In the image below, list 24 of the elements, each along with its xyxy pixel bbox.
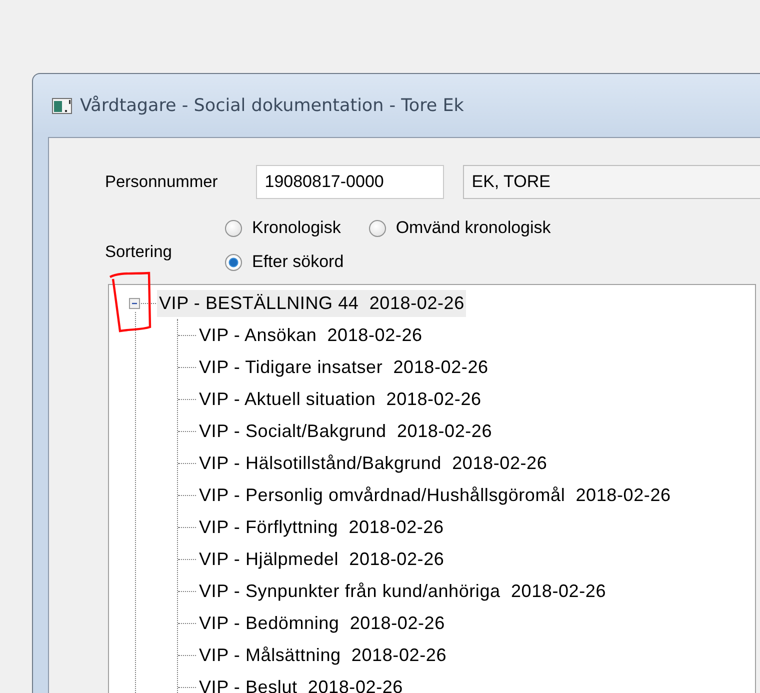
annotation-scribble [107,269,153,335]
tree-node[interactable]: VIP - Hälsotillstånd/Bakgrund 2018-02-26 [197,450,550,476]
collapse-toggle[interactable] [129,298,140,308]
window-icon [52,98,72,114]
tree-node[interactable]: VIP - Bedömning 2018-02-26 [197,610,447,636]
sort-radio-option[interactable]: Kronologisk [225,216,341,240]
tree-node[interactable]: VIP - BESTÄLLNING 44 2018-02-26 [157,290,466,316]
tree-node[interactable]: VIP - Personlig omvårdnad/Hushållsgöromål 2018-02-26 [197,482,673,508]
window-title: Vårdtagare - Social dokumentation - Tore Ek [80,96,464,116]
tree-node[interactable]: VIP - Beslut 2018-02-26 [197,674,405,693]
tree-node[interactable]: VIP - Socialt/Bakgrund 2018-02-26 [197,418,494,444]
sort-radio-option[interactable]: Efter sökord [225,250,344,274]
tree-node[interactable]: VIP - Hjälpmedel 2018-02-26 [197,546,446,572]
personnummer-field[interactable]: 19080817-0000 [256,165,444,199]
tree-node[interactable]: VIP - Aktuell situation 2018-02-26 [197,386,484,412]
tree-node[interactable]: VIP - Synpunkter från kund/anhöriga 2018-02-26 [197,578,608,604]
personnummer-label: Personnummer [105,172,219,192]
sort-radio-option[interactable]: Omvänd kronologisk [368,216,551,240]
name-field[interactable]: EK, TORE [462,165,760,199]
tree-node[interactable]: VIP - Målsättning 2018-02-26 [197,642,449,668]
tree-node[interactable]: VIP - Förflyttning 2018-02-26 [197,514,446,540]
tree-node[interactable]: VIP - Tidigare insatser 2018-02-26 [197,354,490,380]
sorting-label: Sortering [105,242,173,262]
tree-node[interactable]: VIP - Ansökan 2018-02-26 [197,322,424,348]
